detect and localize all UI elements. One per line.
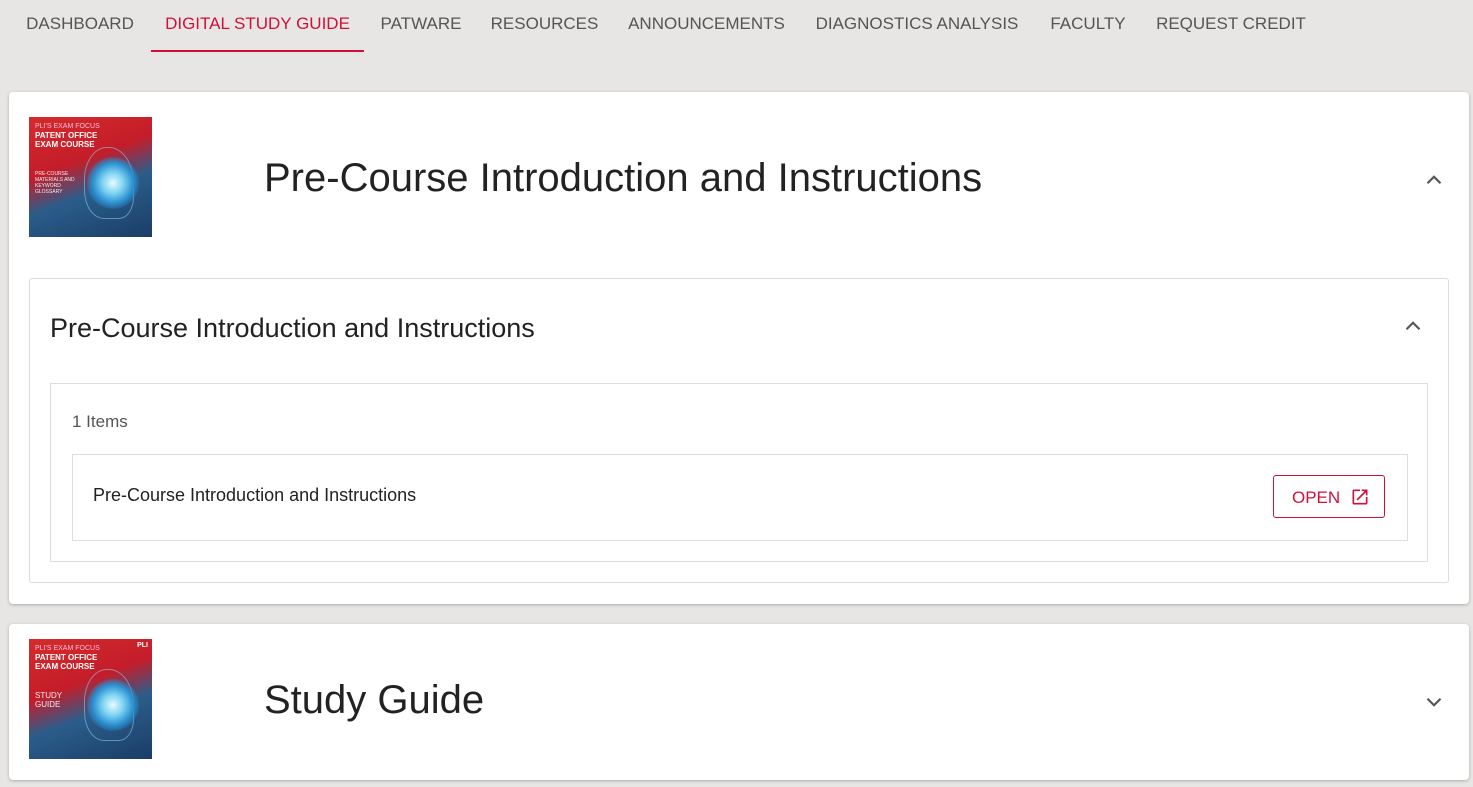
- subsection-title: Pre-Course Introduction and Instructions: [50, 313, 535, 343]
- nav-request-credit[interactable]: REQUEST CREDIT: [1155, 0, 1307, 50]
- nav-faculty[interactable]: FACULTY: [1044, 0, 1132, 50]
- section-title: Pre-Course Introduction and Instructions: [264, 156, 983, 200]
- cover-line2: PATENT OFFICE: [35, 653, 98, 662]
- cover-subtitle: STUDY GUIDE: [35, 691, 62, 709]
- chevron-up-icon[interactable]: [1400, 313, 1426, 339]
- cover-logo: PLI: [137, 642, 148, 649]
- items-list: 1 Items Pre-Course Introduction and Inst…: [50, 383, 1428, 562]
- section-title: Study Guide: [264, 678, 485, 722]
- subsection-panel: Pre-Course Introduction and Instructions…: [29, 278, 1449, 583]
- section-card-pre-course: PLI'S EXAM FOCUS PATENT OFFICE EXAM COUR…: [9, 92, 1469, 604]
- cover-line1: PLI'S EXAM FOCUS: [35, 645, 100, 652]
- items-count: 1 Items: [72, 412, 128, 431]
- cover-line3: EXAM COURSE: [35, 140, 95, 149]
- nav-dashboard[interactable]: DASHBOARD: [20, 0, 140, 50]
- cover-line2: PATENT OFFICE: [35, 131, 98, 140]
- top-nav: DASHBOARD DIGITAL STUDY GUIDE PATWARE RE…: [0, 0, 1473, 53]
- nav-digital-study-guide[interactable]: DIGITAL STUDY GUIDE: [151, 0, 364, 52]
- nav-resources[interactable]: RESOURCES: [488, 0, 601, 50]
- list-item: Pre-Course Introduction and Instructions…: [72, 454, 1408, 541]
- cover-line3: EXAM COURSE: [35, 662, 95, 671]
- course-cover-image: PLI PLI'S EXAM FOCUS PATENT OFFICE EXAM …: [29, 639, 152, 759]
- open-button[interactable]: OPEN: [1273, 475, 1385, 518]
- cover-title: PATENT OFFICE EXAM COURSE: [35, 131, 97, 149]
- cover-subtitle: PRE-COURSE MATERIALS AND KEYWORD GLOSSAR…: [35, 171, 75, 195]
- chevron-up-icon[interactable]: [1421, 167, 1447, 193]
- nav-diagnostics-analysis[interactable]: DIAGNOSTICS ANALYSIS: [812, 0, 1022, 50]
- open-button-label: OPEN: [1292, 488, 1341, 507]
- nav-announcements[interactable]: ANNOUNCEMENTS: [621, 0, 792, 50]
- nav-patware[interactable]: PATWARE: [374, 0, 468, 50]
- cover-title: PATENT OFFICE EXAM COURSE: [35, 653, 97, 671]
- chevron-down-icon[interactable]: [1421, 689, 1447, 715]
- open-in-new-icon: [1352, 489, 1368, 505]
- item-label: Pre-Course Introduction and Instructions: [93, 485, 417, 505]
- section-card-study-guide: PLI PLI'S EXAM FOCUS PATENT OFFICE EXAM …: [9, 624, 1469, 780]
- cover-line1: PLI'S EXAM FOCUS: [35, 123, 100, 130]
- course-cover-image: PLI'S EXAM FOCUS PATENT OFFICE EXAM COUR…: [29, 117, 152, 237]
